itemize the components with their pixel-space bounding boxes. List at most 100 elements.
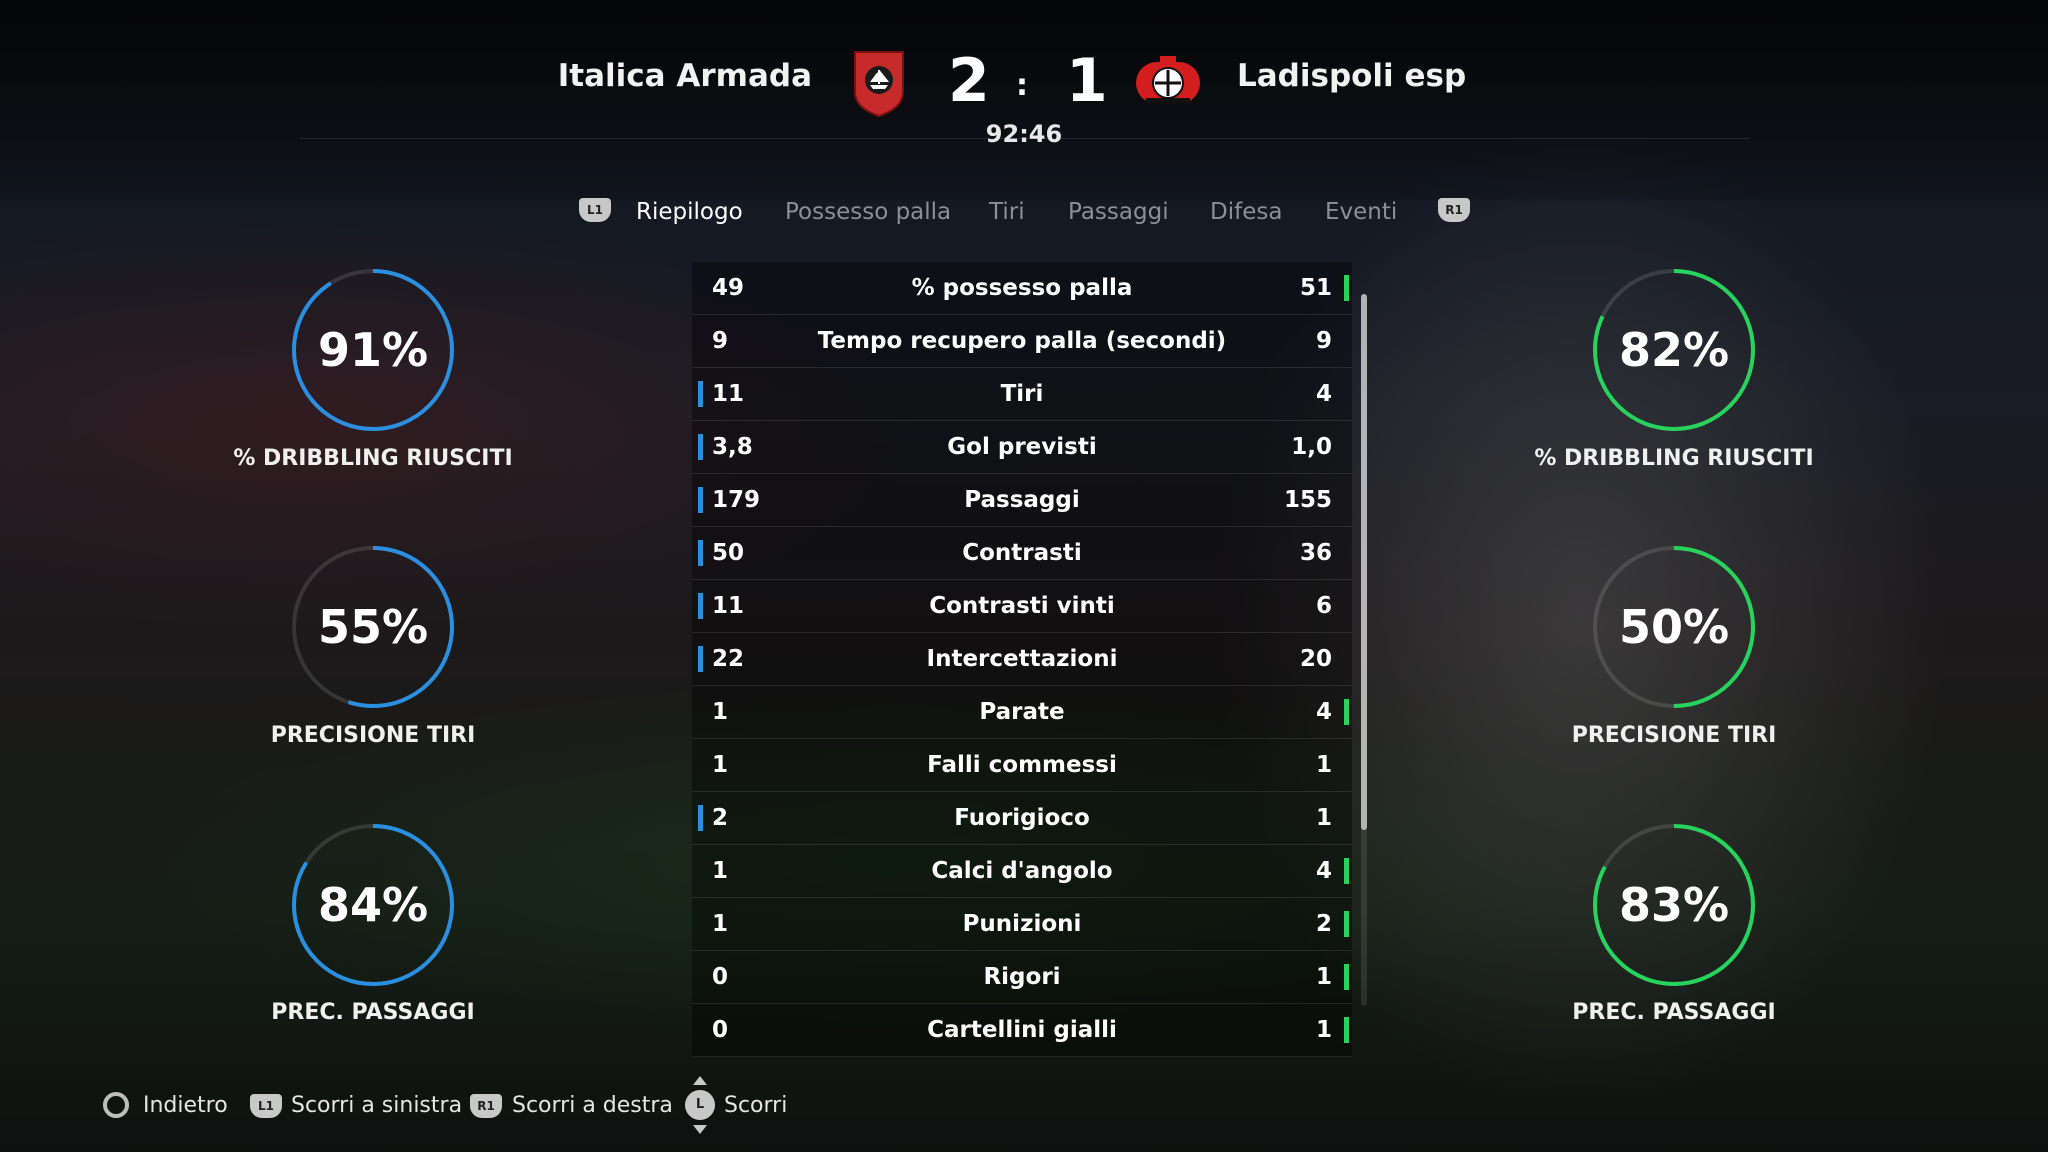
stat-row: 1 Falli commessi 1 [692,739,1352,792]
scroll-right-label: Scorri a destra [512,1093,673,1118]
home-dribbling-ring: 91% [288,265,458,435]
stat-row: 1 Punizioni 2 [692,898,1352,951]
home-shot-accuracy-ring: 55% [288,542,458,712]
away-stat-value: 1 [1315,1017,1332,1043]
home-team-crest-icon [854,51,904,118]
stat-name: Parate [979,699,1065,725]
ring-value: 82% [1618,323,1730,377]
tab-eventi[interactable]: Eventi [1325,199,1397,225]
stat-row: 49% possesso palla 51 [692,262,1352,315]
away-stat-value: 9 [1315,328,1332,354]
ring-label: PREC. PASSAGGI [271,1000,475,1025]
ring-value: 83% [1618,878,1730,932]
away-team-crest-icon [1136,56,1200,104]
scrollbar-thumb[interactable] [1361,294,1367,830]
tab-tiri[interactable]: Tiri [989,199,1025,225]
away-leader-bar [1344,1017,1349,1043]
stat-name: Tiri [1000,381,1044,407]
stat-name: % possesso palla [911,275,1133,301]
away-leader-bar [1344,911,1349,937]
l1-button-icon: L1 [250,1094,282,1118]
stat-name: Passaggi [964,487,1080,513]
home-score: 2 [948,46,990,116]
away-stat-value: 20 [1299,646,1332,672]
away-leader-bar [1344,964,1349,990]
stat-row: 11 Tiri 4 [692,368,1352,421]
ring-value: 91% [317,323,429,377]
stat-row: 3,8 Gol previsti 1,0 [692,421,1352,474]
stat-row: 1 Calci d'angolo 4 [692,845,1352,898]
away-dribbling-ring: 82% [1589,265,1759,435]
stat-name: Calci d'angolo [931,858,1113,884]
stat-row: 22 Intercettazioni 20 [692,633,1352,686]
stat-row: 50 Contrasti 36 [692,527,1352,580]
tab-possesso-palla[interactable]: Possesso palla [785,199,951,225]
away-leader-bar [1344,699,1349,725]
away-stat-value: 6 [1315,593,1332,619]
stats-table[interactable]: 49% possesso palla 51 9 Tempo recupero pall… [692,262,1352,1057]
stat-name: Tempo recupero palla (secondi) [817,328,1227,354]
stat-row: 9 Tempo recupero palla (secondi) 9 [692,315,1352,368]
stat-row: 2 Fuorigioco 1 [692,792,1352,845]
away-shot-accuracy-ring: 50% [1589,542,1759,712]
away-stat-value: 36 [1299,540,1332,566]
stat-name: Contrasti vinti [929,593,1115,619]
ring-label: PREC. PASSAGGI [1572,1000,1776,1025]
match-clock: 92:46 [985,120,1063,148]
stat-row: 0 Cartellini gialli 1 [692,1004,1352,1057]
away-stat-value: 155 [1283,487,1332,513]
away-stat-value: 4 [1315,699,1332,725]
home-team-name: Italica Armada [557,58,812,94]
away-stat-value: 1,0 [1291,434,1332,460]
ring-value: 50% [1618,600,1730,654]
ring-label: % DRIBBLING RIUSCITI [233,446,513,471]
stat-row: 179 Passaggi 155 [692,474,1352,527]
r1-button-icon[interactable]: R1 [1438,198,1470,222]
stat-name: Fuorigioco [954,805,1090,831]
ring-label: PRECISIONE TIRI [1571,723,1777,748]
l1-button-icon[interactable]: L1 [579,198,611,222]
back-label: Indietro [143,1093,228,1118]
stat-name: Contrasti [962,540,1082,566]
stats-scrollbar[interactable] [1361,294,1367,1006]
away-stat-value: 51 [1299,275,1332,301]
circle-button-icon [103,1092,129,1118]
away-stat-value: 1 [1315,964,1332,990]
away-leader-bar [1344,858,1349,884]
ring-label: PRECISIONE TIRI [270,723,476,748]
away-stat-value: 1 [1315,805,1332,831]
button-hints-footer: Indietro L1 Scorri a sinistra R1 Scorri … [0,1076,2048,1134]
stat-name: Cartellini gialli [927,1017,1117,1043]
scroll-label: Scorri [724,1093,788,1118]
r1-button-icon: R1 [470,1094,502,1118]
left-stick-icon: L [685,1090,715,1120]
stat-row: 1 Parate 4 [692,686,1352,739]
stat-name: Falli commessi [927,752,1117,778]
stat-row: 11 Contrasti vinti 6 [692,580,1352,633]
away-leader-bar [1344,275,1349,301]
away-stat-value: 4 [1315,858,1332,884]
home-pass-accuracy-ring: 84% [288,820,458,990]
away-stat-value: 4 [1315,381,1332,407]
stat-name: Intercettazioni [926,646,1118,672]
stat-name: Gol previsti [947,434,1097,460]
tab-passaggi[interactable]: Passaggi [1068,199,1169,225]
stats-tab-bar: L1 Riepilogo Possesso palla Tiri Passagg… [0,195,2048,235]
away-stat-value: 2 [1315,911,1332,937]
away-pass-accuracy-ring: 83% [1589,820,1759,990]
stat-name: Rigori [983,964,1061,990]
ring-label: % DRIBBLING RIUSCITI [1534,446,1814,471]
away-team-name: Ladispoli esp [1237,58,1467,94]
stat-name: Punizioni [962,911,1082,937]
away-stat-value: 1 [1315,752,1332,778]
arrow-up-icon [693,1076,707,1085]
tab-difesa[interactable]: Difesa [1210,199,1282,225]
tab-riepilogo[interactable]: Riepilogo [636,199,743,225]
away-score: 1 [1066,46,1108,116]
arrow-down-icon [693,1125,707,1134]
scroll-left-label: Scorri a sinistra [291,1093,463,1118]
stat-row: 0 Rigori 1 [692,951,1352,1004]
score-separator: : [1016,68,1028,103]
ring-value: 55% [317,600,429,654]
ring-value: 84% [317,878,429,932]
